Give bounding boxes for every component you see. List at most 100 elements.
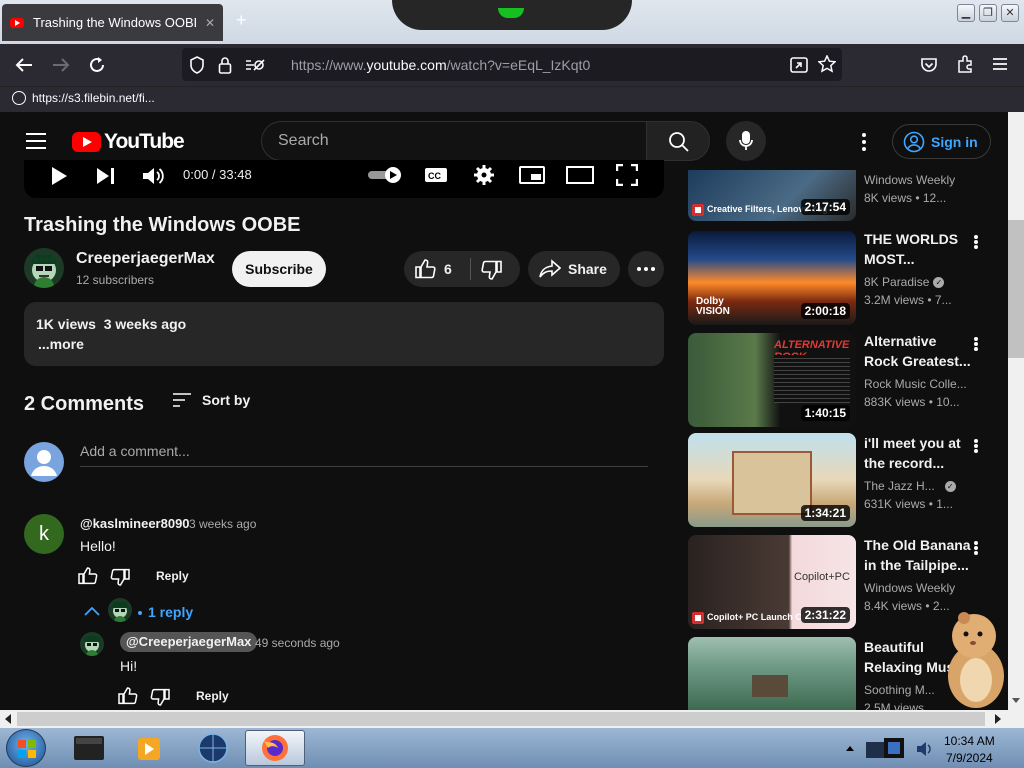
reply-author-avatar[interactable]: [80, 632, 104, 656]
taskbar-app-globe[interactable]: [186, 730, 238, 766]
tab-close-icon[interactable]: ✕: [205, 16, 215, 30]
search-input[interactable]: Search: [261, 121, 646, 161]
picture-in-picture-icon[interactable]: [790, 56, 808, 74]
taskbar-clock[interactable]: 10:34 AM 7/9/2024: [944, 733, 995, 767]
bookmark-item[interactable]: https://s3.filebin.net/fi...: [12, 91, 155, 105]
replies-toggle[interactable]: 1 reply: [148, 604, 193, 620]
scroll-down-arrow-icon[interactable]: [1012, 697, 1020, 705]
extensions-icon[interactable]: [956, 55, 974, 73]
new-tab-button[interactable]: +: [236, 10, 247, 31]
channel-avatar[interactable]: [24, 248, 64, 288]
sign-in-button[interactable]: Sign in: [892, 124, 991, 159]
permissions-icon[interactable]: [244, 57, 266, 73]
recommended-title[interactable]: Alternative Rock Greatest...: [864, 331, 974, 371]
recommended-thumbnail[interactable]: ALTERNATIVE ROCK 1:40:15: [688, 333, 856, 427]
comment-dislike-icon[interactable]: [110, 567, 130, 587]
search-button[interactable]: [646, 121, 710, 161]
settings-gear-icon[interactable]: [474, 165, 494, 185]
youtube-logo[interactable]: YouTube: [72, 130, 185, 154]
browser-menu-icon[interactable]: [992, 57, 1008, 71]
maximize-button[interactable]: ❐: [979, 4, 997, 22]
voice-search-button[interactable]: [726, 121, 766, 161]
settings-kebab-icon[interactable]: [856, 132, 872, 152]
video-options-icon[interactable]: [970, 234, 982, 252]
commenter-avatar[interactable]: k: [24, 514, 64, 554]
recommended-thumbnail[interactable]: 1:34:21: [688, 433, 856, 527]
tray-network-icon[interactable]: [864, 736, 910, 762]
like-thumb-up-icon[interactable]: [415, 258, 437, 280]
recommended-channel-row[interactable]: The Jazz H... ✓: [864, 479, 956, 493]
description-box[interactable]: [24, 302, 664, 366]
youtube-play-logo-icon: [72, 132, 101, 152]
recommended-channel[interactable]: Windows Weekly: [864, 173, 955, 187]
recommended-thumbnail[interactable]: Creative Filters, Lenovo Yog 2:17:54: [688, 170, 856, 221]
dislike-thumb-down-icon[interactable]: [480, 259, 502, 281]
reply-author-owner-badge[interactable]: @CreeperjaegerMax: [120, 632, 258, 652]
comment-author[interactable]: @kaslmineer8090: [80, 516, 190, 531]
next-video-icon[interactable]: [96, 167, 116, 185]
comment-like-icon[interactable]: [78, 566, 98, 586]
scroll-left-arrow-icon[interactable]: [4, 714, 12, 724]
recommended-thumbnail[interactable]: Dolby VISION 2:00:18: [688, 231, 856, 325]
browser-tab[interactable]: Trashing the Windows OOBE - YouTube ✕: [2, 4, 223, 41]
url-text[interactable]: https://www.youtube.com/watch?v=eEqL_IzK…: [291, 57, 590, 73]
taskbar-app-explorer[interactable]: [62, 730, 114, 766]
miniplayer-icon[interactable]: [519, 166, 545, 184]
sort-by-button[interactable]: Sort by: [172, 392, 250, 408]
video-options-icon[interactable]: [970, 540, 982, 558]
like-divider: [470, 258, 471, 280]
back-arrow-icon[interactable]: [15, 57, 33, 73]
close-window-button[interactable]: ✕: [1001, 4, 1019, 22]
recommended-title[interactable]: i'll meet you at the record...: [864, 433, 974, 473]
collapse-chevron-up-icon[interactable]: [84, 605, 100, 617]
add-comment-input[interactable]: Add a comment...: [80, 443, 648, 467]
scroll-right-arrow-icon[interactable]: [994, 714, 1002, 724]
bookmark-star-icon[interactable]: [818, 55, 836, 73]
vertical-scrollbar[interactable]: [1008, 112, 1024, 710]
reply-dislike-icon[interactable]: [150, 687, 170, 707]
autoplay-toggle-icon[interactable]: [367, 166, 403, 184]
minimize-button[interactable]: ▁: [957, 4, 975, 22]
horizontal-scrollbar-thumb[interactable]: [17, 712, 985, 726]
play-icon[interactable]: [50, 166, 68, 186]
vertical-scrollbar-thumb[interactable]: [1008, 220, 1024, 358]
theater-mode-icon[interactable]: [566, 166, 594, 184]
recommended-title[interactable]: THE WORLDS MOST...: [864, 229, 974, 269]
recommended-channel[interactable]: Soothing M...: [864, 683, 935, 697]
reply-reply-button[interactable]: Reply: [196, 689, 229, 703]
tray-volume-icon[interactable]: [916, 740, 932, 758]
channel-name[interactable]: CreeperjaegerMax: [76, 250, 215, 268]
recommended-title[interactable]: The Old Banana in the Tailpipe...: [864, 535, 974, 575]
subscribe-button[interactable]: Subscribe: [232, 251, 326, 287]
reply-button[interactable]: Reply: [156, 569, 189, 583]
reload-icon[interactable]: [88, 56, 106, 74]
forward-arrow-icon[interactable]: [52, 57, 70, 73]
more-horizontal-icon: [637, 267, 655, 271]
reply-like-icon[interactable]: [118, 686, 138, 706]
taskbar-app-media[interactable]: [124, 730, 176, 766]
start-button[interactable]: [6, 729, 46, 767]
comment-count: 2 Comments: [24, 393, 145, 415]
recommended-channel-row[interactable]: 8K Paradise ✓: [864, 275, 945, 289]
pocket-icon[interactable]: [920, 56, 938, 74]
volume-icon[interactable]: [142, 166, 164, 186]
recommended-thumbnail[interactable]: [688, 637, 856, 710]
recommended-channel[interactable]: Rock Music Colle...: [864, 377, 967, 391]
recommended-thumbnail[interactable]: Copilot+PC Copilot+ PC Launch Chaos & 2:…: [688, 535, 856, 629]
show-more-link[interactable]: ...more: [38, 336, 84, 352]
more-actions-button[interactable]: [628, 251, 664, 287]
reply-time[interactable]: 49 seconds ago: [255, 636, 340, 650]
hamburger-menu-icon[interactable]: [26, 133, 46, 149]
recommended-channel: The Jazz H...: [864, 479, 935, 493]
fullscreen-icon[interactable]: [616, 164, 638, 186]
comment-time[interactable]: 3 weeks ago: [189, 517, 256, 531]
video-options-icon[interactable]: [970, 336, 982, 354]
tray-overflow-chevron-icon[interactable]: [845, 744, 855, 752]
shield-icon[interactable]: [189, 56, 205, 74]
recommended-channel[interactable]: Windows Weekly: [864, 581, 955, 595]
lock-icon[interactable]: [218, 56, 232, 74]
replier-avatar: [108, 598, 132, 622]
video-options-icon[interactable]: [970, 438, 982, 456]
taskbar-app-firefox-active[interactable]: [245, 730, 305, 766]
captions-icon[interactable]: CC: [424, 166, 448, 184]
